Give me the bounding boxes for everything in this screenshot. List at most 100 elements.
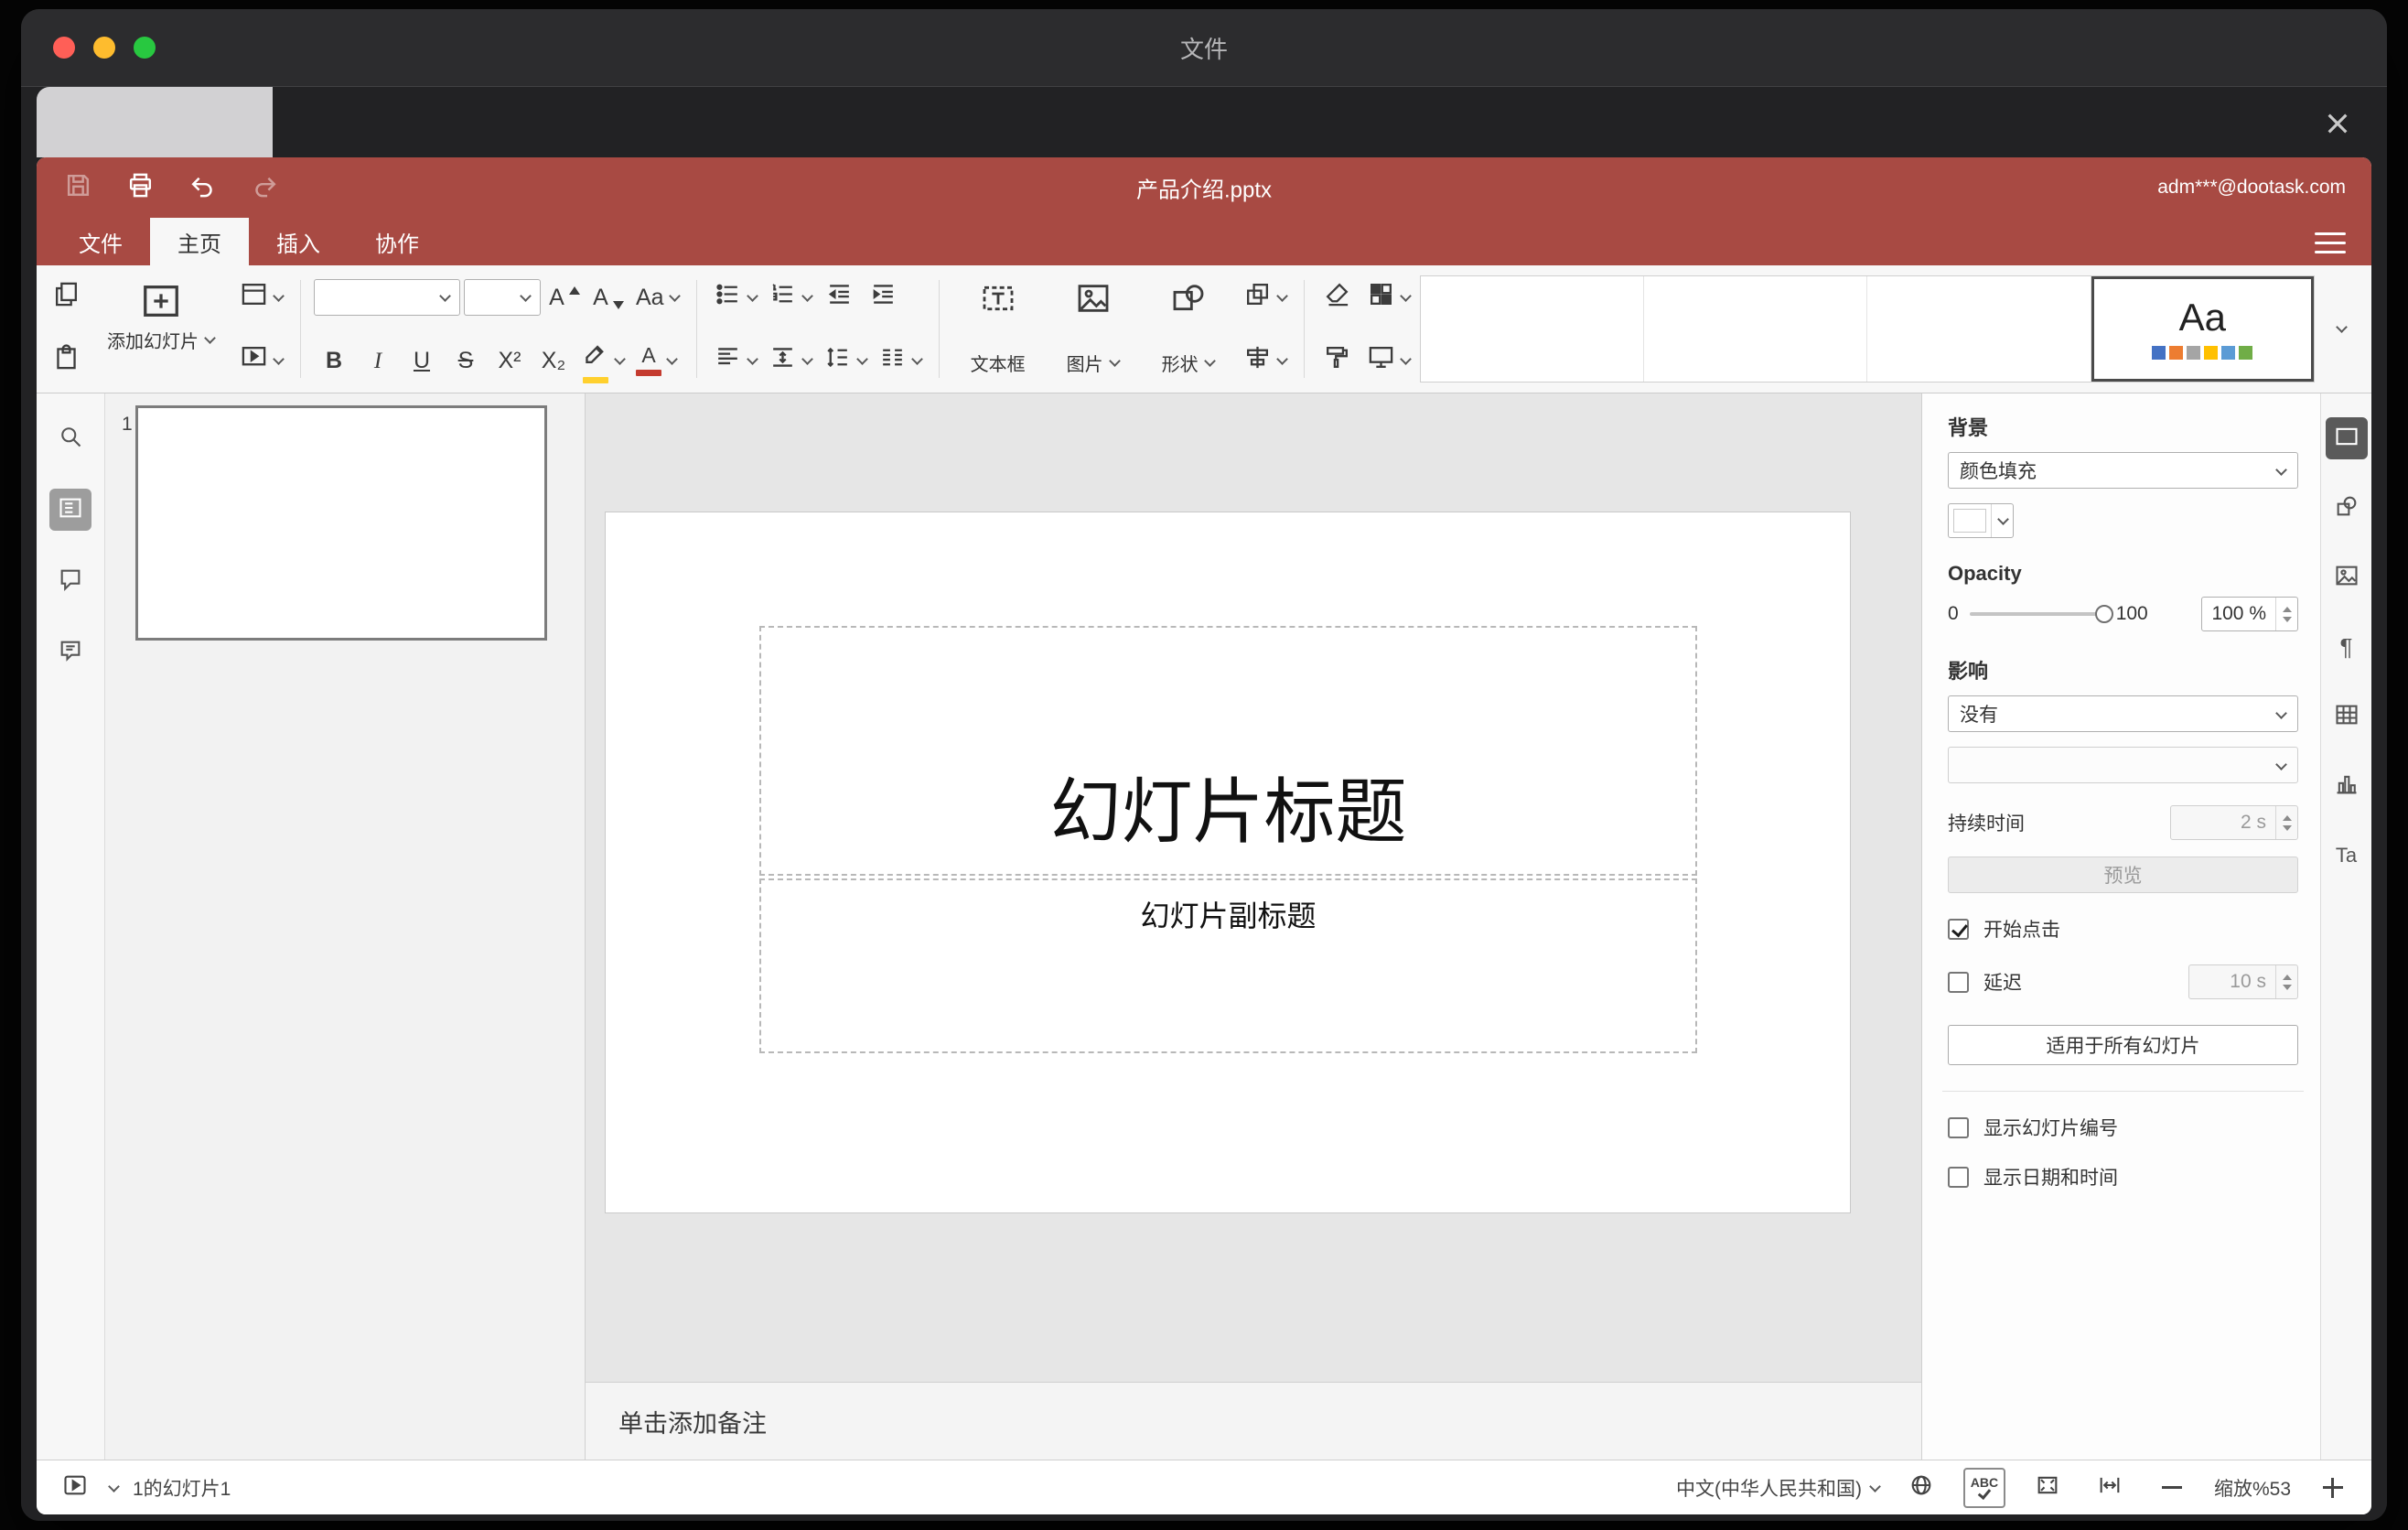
font-name-combo[interactable] [314, 279, 460, 316]
highlight-color-button[interactable] [577, 338, 629, 383]
color-picker-dropdown[interactable] [1991, 504, 2013, 537]
theme-thumbnail-3[interactable] [1867, 276, 2091, 382]
opacity-input[interactable]: 100 % [2201, 597, 2298, 631]
line-spacing-button[interactable] [820, 338, 871, 383]
comments-button[interactable] [49, 560, 91, 602]
insert-image-button[interactable]: 图片 [1048, 275, 1139, 383]
strikethrough-button[interactable]: S [446, 338, 486, 383]
chart-settings-button[interactable] [2326, 765, 2368, 807]
font-size-combo[interactable] [464, 279, 541, 316]
text-art-settings-button[interactable]: Ta [2326, 835, 2368, 877]
bold-button[interactable]: B [314, 338, 354, 383]
undo-button[interactable] [183, 168, 221, 207]
underline-button[interactable]: U [402, 338, 442, 383]
align-shapes-button[interactable] [1240, 338, 1291, 383]
decrease-indent-button[interactable] [820, 275, 860, 320]
superscript-button[interactable]: X² [489, 338, 530, 383]
numbering-button[interactable] [765, 275, 816, 320]
duration-input[interactable]: 2 s [2170, 805, 2298, 840]
apply-to-all-slides-button[interactable]: 适用于所有幻灯片 [1948, 1025, 2298, 1065]
fit-to-slide-button[interactable] [2027, 1468, 2068, 1508]
insert-text-box-button[interactable]: 文本框 [952, 275, 1044, 383]
paste-button[interactable] [46, 338, 86, 383]
slide-layout-button[interactable] [236, 275, 287, 320]
strikethrough-label: S [457, 347, 474, 373]
copy-button[interactable] [46, 275, 86, 320]
subtitle-placeholder[interactable]: 幻灯片副标题 [759, 878, 1697, 1053]
increase-font-button[interactable]: A [544, 275, 585, 320]
delay-row: 延迟 10 s [1948, 964, 2298, 999]
spellcheck-button[interactable]: ABC [1962, 1467, 2005, 1508]
slide-size-button[interactable] [1363, 338, 1414, 383]
search-button[interactable] [49, 417, 91, 459]
subscript-button[interactable]: X₂ [533, 338, 574, 383]
paragraph-settings-button[interactable]: ¶ [2326, 626, 2368, 668]
theme-gallery-expand-button[interactable] [2320, 307, 2362, 352]
clear-style-button[interactable] [1317, 275, 1358, 320]
vertical-align-button[interactable] [765, 338, 816, 383]
preview-button[interactable]: 预览 [1948, 857, 2298, 893]
slide[interactable]: 幻灯片标题 幻灯片副标题 [606, 512, 1850, 1212]
fullscreen-window-button[interactable] [134, 37, 156, 59]
close-icon[interactable] [2316, 102, 2360, 145]
effect-variant-select[interactable] [1948, 747, 2298, 783]
spinner-arrows[interactable] [2275, 965, 2297, 998]
start-slideshow-button[interactable] [236, 338, 287, 383]
theme-thumbnail-2[interactable] [1644, 276, 1868, 382]
change-case-button[interactable]: Aa [632, 275, 683, 320]
title-placeholder[interactable]: 幻灯片标题 [759, 626, 1697, 876]
slide-thumbnail[interactable] [135, 405, 547, 641]
notes-area[interactable]: 单击添加备注 [586, 1382, 1921, 1460]
slide-canvas-area[interactable]: 幻灯片标题 幻灯片副标题 [586, 393, 1921, 1382]
language-selector[interactable]: 中文(中华人民共和国) [1676, 1474, 1881, 1502]
effect-select[interactable]: 没有 [1948, 695, 2298, 732]
chevron-down-icon[interactable] [108, 1480, 120, 1492]
font-color-button[interactable]: A [632, 338, 681, 383]
delay-checkbox[interactable] [1948, 971, 1969, 993]
spinner-arrows[interactable] [2275, 806, 2297, 839]
menu-icon[interactable] [2315, 232, 2346, 253]
add-slide-button[interactable]: 添加幻灯片 [91, 275, 231, 361]
slides-panel-button[interactable] [49, 489, 91, 531]
columns-button[interactable] [875, 338, 926, 383]
table-settings-button[interactable] [2326, 695, 2368, 738]
set-language-button[interactable] [1901, 1468, 1941, 1508]
spinner-arrows[interactable] [2275, 598, 2297, 630]
close-window-button[interactable] [53, 37, 75, 59]
tab-home[interactable]: 主页 [150, 218, 249, 265]
copy-style-button[interactable] [1317, 338, 1358, 383]
delay-input[interactable]: 10 s [2188, 964, 2298, 999]
background-color-picker[interactable] [1948, 503, 2014, 538]
theme-thumbnail-selected[interactable]: Aa [2091, 276, 2315, 382]
tab-insert[interactable]: 插入 [249, 218, 348, 265]
redo-button[interactable] [245, 168, 284, 207]
zoom-out-button[interactable] [2152, 1468, 2192, 1508]
start-slideshow-status-button[interactable] [55, 1468, 95, 1508]
zoom-in-button[interactable] [2313, 1468, 2353, 1508]
color-scheme-button[interactable] [1363, 275, 1414, 320]
tab-collaboration[interactable]: 协作 [348, 218, 446, 265]
save-button[interactable] [59, 168, 97, 207]
tab-file[interactable]: 文件 [51, 218, 150, 265]
decrease-font-button[interactable]: A [588, 275, 629, 320]
theme-thumbnail-1[interactable] [1421, 276, 1644, 382]
chat-feedback-button[interactable] [49, 631, 91, 673]
fill-type-select[interactable]: 颜色填充 [1948, 452, 2298, 489]
show-date-checkbox[interactable] [1948, 1166, 1969, 1188]
slide-settings-button[interactable] [2325, 417, 2368, 459]
italic-button[interactable]: I [358, 338, 398, 383]
arrange-shapes-button[interactable] [1240, 275, 1291, 320]
image-settings-button[interactable] [2326, 556, 2368, 598]
bullets-button[interactable] [710, 275, 761, 320]
opacity-slider-thumb[interactable] [2094, 605, 2113, 623]
fit-to-width-button[interactable] [2090, 1468, 2130, 1508]
show-slide-number-checkbox[interactable] [1948, 1116, 1969, 1138]
shape-settings-button[interactable] [2326, 487, 2368, 529]
print-button[interactable] [121, 168, 159, 207]
start-on-click-checkbox[interactable] [1948, 918, 1969, 940]
horizontal-align-button[interactable] [710, 338, 761, 383]
increase-indent-button[interactable] [864, 275, 904, 320]
insert-shape-button[interactable]: 形状 [1143, 275, 1234, 383]
minimize-window-button[interactable] [93, 37, 115, 59]
opacity-slider[interactable] [1969, 605, 2113, 623]
